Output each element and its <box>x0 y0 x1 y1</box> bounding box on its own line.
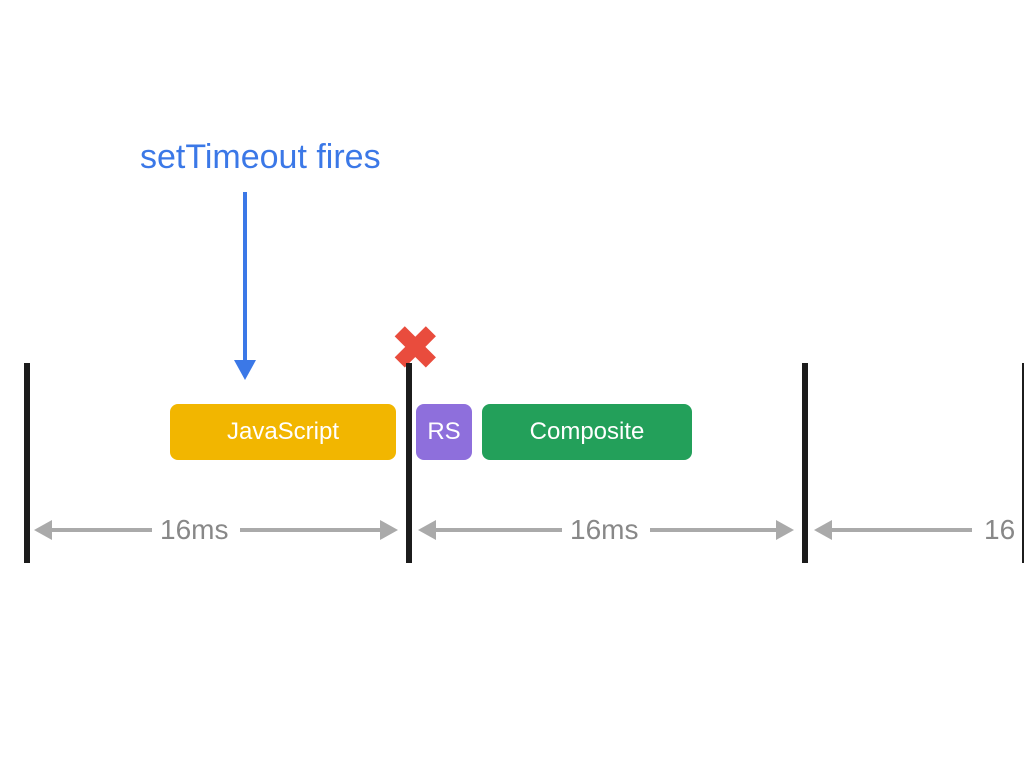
frame-tick-2 <box>802 363 808 563</box>
frame3-arrow-line <box>832 528 972 532</box>
frame2-arrow-right-icon <box>776 520 794 540</box>
frame1-arrow-line-left <box>52 528 152 532</box>
missed-frame-cross-icon: ✖ <box>391 320 440 378</box>
task-javascript: JavaScript <box>170 404 396 460</box>
frame1-arrow-line-right <box>240 528 380 532</box>
frame1-arrow-left-icon <box>34 520 52 540</box>
settimeout-arrow-head-icon <box>234 360 256 380</box>
frame2-arrow-left-icon <box>418 520 436 540</box>
frame1-arrow-right-icon <box>380 520 398 540</box>
frame-tick-1 <box>406 363 412 563</box>
frame2-duration-label: 16ms <box>570 514 638 546</box>
frame3-arrow-left-icon <box>814 520 832 540</box>
task-composite: Composite <box>482 404 692 460</box>
frame1-duration-label: 16ms <box>160 514 228 546</box>
frame-tick-0 <box>24 363 30 563</box>
settimeout-arrow-shaft <box>243 192 247 362</box>
task-rs: RS <box>416 404 472 460</box>
settimeout-fires-label: setTimeout fires <box>140 138 381 177</box>
frame2-arrow-line-right <box>650 528 776 532</box>
frame2-arrow-line-left <box>436 528 562 532</box>
frame3-duration-label: 16 <box>984 514 1015 546</box>
